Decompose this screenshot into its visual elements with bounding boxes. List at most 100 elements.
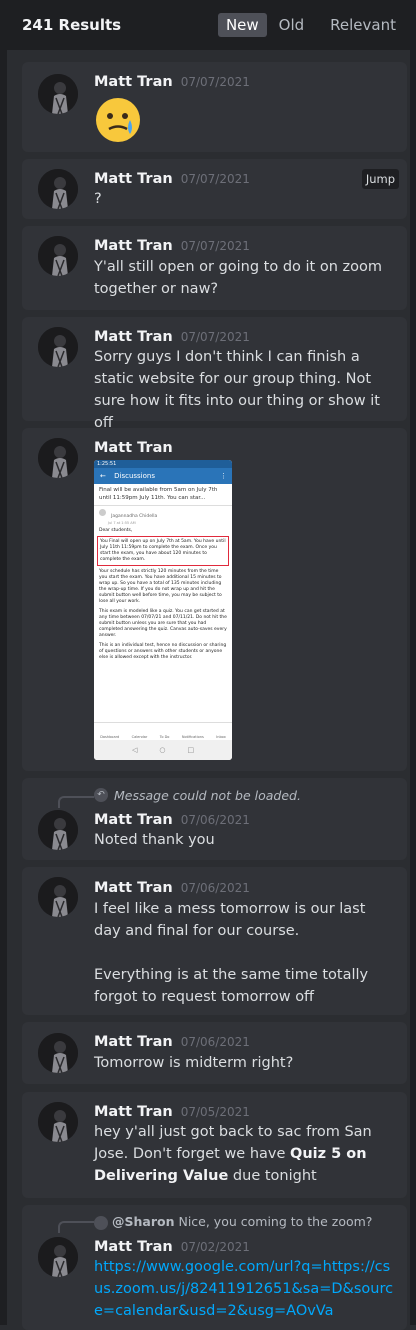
discussion-preview: Final will be available from 5am on July… — [94, 484, 232, 506]
nav-calendar: Calendar — [131, 735, 148, 739]
avatar[interactable] — [38, 236, 78, 276]
reply-icon: ↶ — [94, 788, 108, 802]
search-result-card[interactable]: Matt Tran 07/06/2021 Tomorrow is midterm … — [22, 1022, 407, 1084]
message-content: Tomorrow is midterm right? — [94, 1055, 294, 1071]
message-content: Everything is at the same time totally f… — [94, 967, 369, 1005]
tab-old[interactable]: Old — [271, 13, 313, 37]
reply-avatar — [94, 1215, 108, 1230]
message-header: Matt Tran — [94, 437, 173, 456]
search-result-card[interactable]: Matt Tran 07/07/2021 Y'all still open or … — [22, 226, 407, 310]
message-header: Matt Tran 07/07/2021 — [94, 168, 250, 187]
paragraph: This exam is modeled like a quiz. You ca… — [99, 609, 227, 638]
tab-new[interactable]: New — [217, 13, 267, 37]
message-date: 07/05/2021 — [180, 1105, 250, 1119]
home-nav-icon: ○ — [159, 746, 166, 754]
nav-todo: To Do — [159, 735, 170, 739]
avatar[interactable] — [38, 438, 78, 478]
author-name[interactable]: Matt Tran — [94, 440, 173, 456]
author-name[interactable]: Matt Tran — [94, 812, 173, 828]
message-date: 07/07/2021 — [180, 75, 250, 89]
nav-notifications: Notifications — [181, 735, 204, 739]
search-result-card[interactable]: Matt Tran 07/07/2021 ? Jump — [22, 159, 407, 219]
message-date: 07/07/2021 — [180, 172, 250, 186]
paragraph: This is an individual test, hence no dis… — [99, 643, 227, 660]
message-header: Matt Tran 07/06/2021 — [94, 1031, 250, 1050]
message-content: Y'all still open or going to do it on zo… — [94, 259, 382, 297]
author-name[interactable]: Matt Tran — [94, 74, 173, 90]
app-title: Discussions — [114, 472, 155, 480]
message-header: Matt Tran 07/07/2021 — [94, 71, 250, 90]
author-name[interactable]: Matt Tran — [94, 1239, 173, 1255]
message-header: Matt Tran 07/07/2021 — [94, 235, 250, 254]
author-name[interactable]: Matt Tran — [94, 1104, 173, 1120]
jump-button[interactable]: Jump — [361, 169, 399, 189]
message-date: 07/07/2021 — [180, 330, 250, 344]
avatar[interactable] — [38, 1102, 78, 1142]
avatar[interactable] — [38, 169, 78, 209]
message-content: hey y'all just got back to sac from San … — [94, 1121, 394, 1187]
nav-dashboard: Dashboard — [100, 735, 120, 739]
reply-preview[interactable]: Message could not be loaded. — [114, 788, 301, 803]
search-result-card[interactable]: Matt Tran 07/07/2021 Sorry guys I don't t… — [22, 317, 407, 431]
search-result-card[interactable]: Matt Tran 07/07/2021 — [22, 62, 407, 152]
avatar[interactable] — [38, 810, 78, 850]
message-content: ? — [94, 191, 102, 207]
reply-text: Nice, you coming to the zoom? — [178, 1214, 373, 1229]
avatar[interactable] — [38, 877, 78, 917]
message-date: 07/06/2021 — [180, 881, 250, 895]
author-name[interactable]: Matt Tran — [94, 329, 173, 345]
phone-bottom-nav: Dashboard Calendar To Do Notifications I… — [94, 722, 232, 740]
left-divider — [0, 50, 7, 1325]
message-date: 07/07/2021 — [180, 239, 250, 253]
message-content: I feel like a mess tomorrow is our last … — [94, 901, 366, 939]
image-attachment[interactable]: 1:25:51 ← Discussions ⋮ Final will be av… — [94, 460, 232, 760]
avatar[interactable] — [38, 327, 78, 367]
tab-relevant[interactable]: Relevant — [322, 13, 404, 37]
avatar[interactable] — [38, 1033, 78, 1073]
message-header: Matt Tran 07/02/2021 — [94, 1236, 250, 1255]
message-date: 07/06/2021 — [180, 813, 250, 827]
message-content: Noted thank you — [94, 832, 215, 848]
message-date: 07/02/2021 — [180, 1240, 250, 1254]
paragraph: Your schedule has strictly 120 minutes f… — [99, 569, 222, 604]
message-text: due tonight — [228, 1168, 317, 1184]
phone-system-nav: ◁ ○ □ — [94, 740, 232, 760]
reply-connector — [58, 1221, 94, 1233]
poster-info: Jagannadha Chidella Jul 7 at 1:55 AM — [94, 506, 232, 526]
face-holding-back-tears-emoji — [96, 98, 140, 142]
poster-name: Jagannadha Chidella — [111, 514, 158, 519]
author-name[interactable]: Matt Tran — [94, 238, 173, 254]
more-options-icon: ⋮ — [220, 472, 227, 480]
search-result-card[interactable]: Matt Tran 07/05/2021 hey y'all just got b… — [22, 1092, 407, 1198]
greeting-text: Dear students, — [99, 528, 133, 533]
recents-nav-icon: □ — [187, 746, 195, 754]
back-arrow-icon: ← — [100, 472, 106, 480]
search-result-card[interactable]: Matt Tran 1:25:51 ← Discussions ⋮ Final … — [22, 428, 407, 771]
phone-app-bar: ← Discussions ⋮ — [94, 468, 232, 484]
search-result-card[interactable]: ↶ Message could not be loaded. Matt Tran… — [22, 778, 407, 860]
highlighted-paragraph: You Final will open up on July 7th at 5a… — [97, 536, 229, 566]
back-nav-icon: ◁ — [131, 746, 138, 754]
message-header: Matt Tran 07/06/2021 — [94, 877, 250, 896]
nav-inbox: Inbox — [216, 735, 226, 739]
author-name[interactable]: Matt Tran — [94, 880, 173, 896]
author-name[interactable]: Matt Tran — [94, 1034, 173, 1050]
search-result-card[interactable]: Matt Tran 07/06/2021 I feel like a mess t… — [22, 867, 407, 1015]
reply-preview[interactable]: @Sharon Nice, you coming to the zoom? — [94, 1214, 372, 1230]
poster-avatar — [99, 509, 106, 516]
message-header: Matt Tran 07/05/2021 — [94, 1101, 250, 1120]
message-date: 07/06/2021 — [180, 1035, 250, 1049]
avatar[interactable] — [38, 1237, 78, 1277]
message-content: Sorry guys I don't think I can finish a … — [94, 349, 380, 431]
message-header: Matt Tran 07/07/2021 — [94, 326, 250, 345]
reply-mention[interactable]: @Sharon — [112, 1214, 175, 1229]
results-count: 241 Results — [22, 16, 122, 34]
search-results-header: 241 Results New Old Relevant — [0, 0, 416, 50]
message-link[interactable]: https://www.google.com/url?q=https://csu… — [94, 1256, 394, 1322]
scrollbar-track[interactable] — [410, 50, 416, 1325]
author-name[interactable]: Matt Tran — [94, 171, 173, 187]
phone-status-bar: 1:25:51 — [94, 460, 232, 468]
search-result-card[interactable]: @Sharon Nice, you coming to the zoom? Ma… — [22, 1205, 407, 1330]
message-header: Matt Tran 07/06/2021 — [94, 809, 250, 828]
avatar[interactable] — [38, 74, 78, 114]
